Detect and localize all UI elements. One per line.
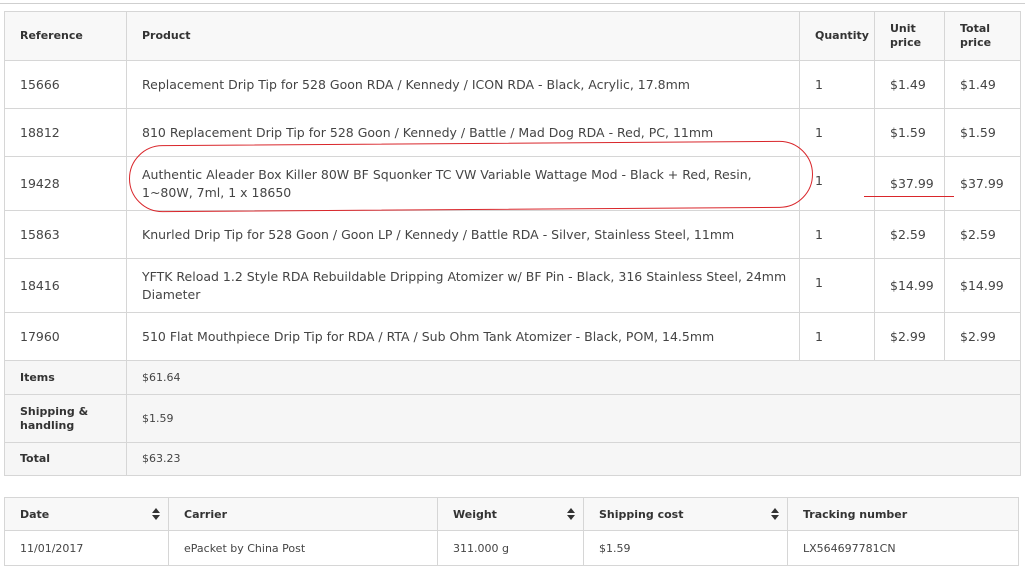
header-date[interactable]: Date <box>4 497 169 531</box>
header-quantity: Quantity <box>799 11 875 61</box>
header-weight-label: Weight <box>453 507 497 521</box>
row-reference: 15666 <box>4 60 127 109</box>
header-total-price: Total price <box>944 11 1021 61</box>
row-reference: 17960 <box>4 312 127 361</box>
red-underline-annotation <box>864 196 954 197</box>
row-unit-price: $1.49 <box>874 60 945 109</box>
row-total-price: $37.99 <box>944 156 1021 211</box>
summary-total-label: Total <box>4 442 127 476</box>
table-row: 19428 Authentic Aleader Box Killer 80W B… <box>4 156 1021 211</box>
row-unit-price: $37.99 <box>874 156 945 211</box>
table-row: 18812 810 Replacement Drip Tip for 528 G… <box>4 108 1021 157</box>
row-product[interactable]: Knurled Drip Tip for 528 Goon / Goon LP … <box>126 210 800 259</box>
header-reference: Reference <box>4 11 127 61</box>
row-reference: 18416 <box>4 258 127 313</box>
header-product: Product <box>126 11 800 61</box>
summary-shipping-value: $1.59 <box>126 394 1021 443</box>
header-date-label: Date <box>20 507 50 521</box>
shipping-table-header: Date Carrier Weight Shipping cost Tracki… <box>4 497 1019 531</box>
row-product[interactable]: YFTK Reload 1.2 Style RDA Rebuildable Dr… <box>126 258 800 313</box>
summary-total-row: Total $63.23 <box>4 442 1021 476</box>
summary-shipping-row: Shipping & handling $1.59 <box>4 394 1021 443</box>
shipping-cost: $1.59 <box>583 530 788 566</box>
sort-arrows-icon[interactable] <box>152 508 160 520</box>
row-total-price: $2.99 <box>944 312 1021 361</box>
table-row: 15666 Replacement Drip Tip for 528 Goon … <box>4 60 1021 109</box>
row-total-price: $1.59 <box>944 108 1021 157</box>
row-quantity: 1 <box>799 312 875 361</box>
header-tracking-number-label: Tracking number <box>803 507 908 521</box>
table-row: 15863 Knurled Drip Tip for 528 Goon / Go… <box>4 210 1021 259</box>
row-product[interactable]: 510 Flat Mouthpiece Drip Tip for RDA / R… <box>126 312 800 361</box>
row-quantity: 1 <box>799 156 875 211</box>
header-weight[interactable]: Weight <box>437 497 584 531</box>
table-row: 11/01/2017 ePacket by China Post 311.000… <box>4 530 1019 566</box>
row-unit-price: $14.99 <box>874 258 945 313</box>
row-unit-price: $1.59 <box>874 108 945 157</box>
order-table-header: Reference Product Quantity Unit price To… <box>4 11 1021 61</box>
row-total-price: $2.59 <box>944 210 1021 259</box>
row-unit-price: $2.59 <box>874 210 945 259</box>
order-products-table: Reference Product Quantity Unit price To… <box>4 11 1021 476</box>
header-shipping-cost[interactable]: Shipping cost <box>583 497 788 531</box>
summary-shipping-label: Shipping & handling <box>4 394 127 443</box>
row-unit-price: $2.99 <box>874 312 945 361</box>
summary-items-label: Items <box>4 360 127 395</box>
shipping-carrier: ePacket by China Post <box>168 530 438 566</box>
sort-arrows-icon[interactable] <box>567 508 575 520</box>
row-product[interactable]: Replacement Drip Tip for 528 Goon RDA / … <box>126 60 800 109</box>
row-reference: 18812 <box>4 108 127 157</box>
row-quantity: 1 <box>799 210 875 259</box>
header-carrier: Carrier <box>168 497 438 531</box>
header-unit-price: Unit price <box>874 11 945 61</box>
row-total-price: $1.49 <box>944 60 1021 109</box>
summary-items-row: Items $61.64 <box>4 360 1021 395</box>
summary-items-value: $61.64 <box>126 360 1021 395</box>
header-carrier-label: Carrier <box>184 507 228 521</box>
header-shipping-cost-label: Shipping cost <box>599 507 684 521</box>
row-quantity: 1 <box>799 258 875 313</box>
row-quantity: 1 <box>799 60 875 109</box>
row-reference: 15863 <box>4 210 127 259</box>
header-tracking-number: Tracking number <box>787 497 1019 531</box>
row-quantity: 1 <box>799 108 875 157</box>
shipping-weight: 311.000 g <box>437 530 584 566</box>
row-product[interactable]: Authentic Aleader Box Killer 80W BF Squo… <box>126 156 800 211</box>
shipping-table: Date Carrier Weight Shipping cost Tracki… <box>4 497 1019 566</box>
row-product[interactable]: 810 Replacement Drip Tip for 528 Goon / … <box>126 108 800 157</box>
summary-total-value: $63.23 <box>126 442 1021 476</box>
row-total-price: $14.99 <box>944 258 1021 313</box>
shipping-date: 11/01/2017 <box>4 530 169 566</box>
sort-arrows-icon[interactable] <box>771 508 779 520</box>
table-row: 18416 YFTK Reload 1.2 Style RDA Rebuilda… <box>4 258 1021 313</box>
tracking-number[interactable]: LX564697781CN <box>787 530 1019 566</box>
top-divider <box>0 3 1025 4</box>
row-reference: 19428 <box>4 156 127 211</box>
table-row: 17960 510 Flat Mouthpiece Drip Tip for R… <box>4 312 1021 361</box>
